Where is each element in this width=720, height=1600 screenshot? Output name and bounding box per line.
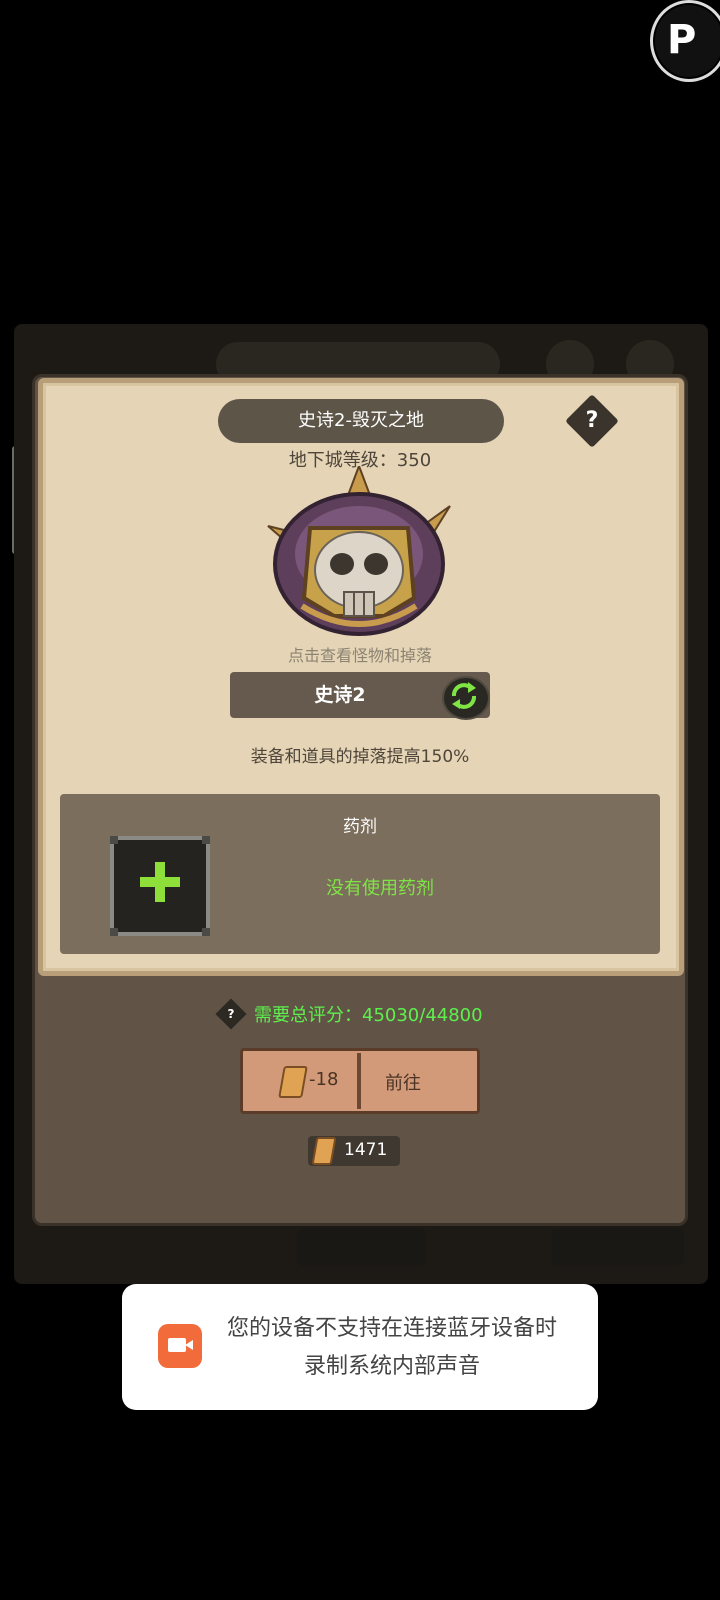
switch-difficulty-button[interactable] [442, 676, 490, 720]
boss-skull-helmet-icon[interactable] [264, 466, 454, 646]
dungeon-title: 史诗2-毁灭之地 [218, 399, 504, 443]
toast-notification: 您的设备不支持在连接蓝牙设备时录制系统内部声音 [122, 1284, 598, 1410]
go-label: 前往 [385, 1073, 421, 1094]
ticket-cost: -18 [309, 1069, 339, 1090]
slot-corner [202, 836, 210, 844]
toast-message: 您的设备不支持在连接蓝牙设备时录制系统内部声音 [226, 1316, 557, 1379]
potion-status: 没有使用药剂 [326, 878, 434, 899]
camera-body [168, 1338, 186, 1352]
camera-lens [185, 1340, 193, 1350]
ticket-icon [311, 1137, 337, 1165]
refresh-icon [451, 682, 477, 709]
go-button[interactable]: -18 前往 [240, 1048, 480, 1114]
background-button-left [298, 1228, 426, 1266]
add-potion-button[interactable] [110, 836, 210, 936]
difficulty-label: 史诗2 [314, 684, 366, 706]
ticket-icon [278, 1066, 308, 1098]
question-mark-icon[interactable]: ? [573, 402, 611, 440]
ticket-balance: 1471 [308, 1136, 400, 1166]
boss-caption[interactable]: 点击查看怪物和掉落 [0, 642, 720, 666]
slot-corner [110, 836, 118, 844]
app-logo-icon: P [667, 17, 697, 63]
slot-corner [202, 928, 210, 936]
screen-record-icon [158, 1324, 202, 1368]
drop-bonus-text: 装备和道具的掉落提高150% [250, 747, 470, 767]
plus-icon [140, 877, 180, 887]
required-score: 需要总评分：45030/44800 [254, 1005, 483, 1026]
question-mark-icon[interactable]: ? [220, 1003, 242, 1025]
floating-app-button[interactable]: P [650, 0, 720, 82]
potion-title: 药剂 [343, 817, 377, 837]
ticket-balance-value: 1471 [344, 1140, 388, 1160]
slot-corner [110, 928, 118, 936]
background-button-right [552, 1228, 684, 1266]
button-divider [357, 1053, 361, 1109]
